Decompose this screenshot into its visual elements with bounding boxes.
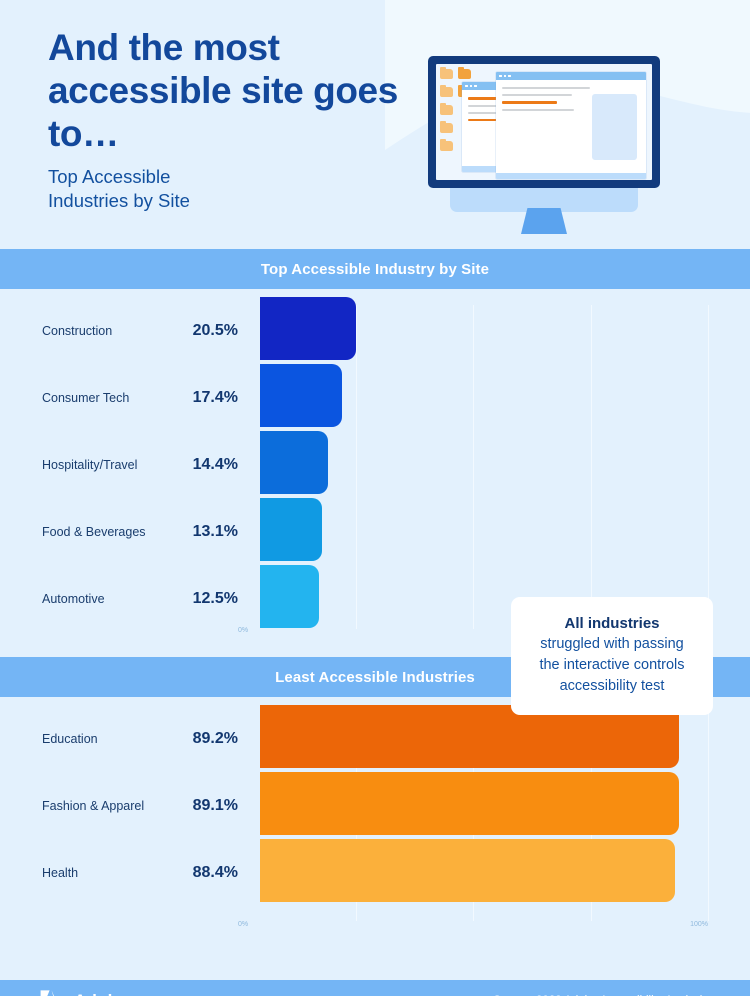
bar-category-label: Food & Beverages bbox=[42, 524, 146, 539]
bar-track bbox=[260, 839, 750, 906]
desktop-monitor-illustration bbox=[428, 56, 660, 234]
bar-track bbox=[260, 498, 750, 565]
monitor-frame bbox=[428, 56, 660, 188]
hero-section: And the most accessible site goes to… To… bbox=[0, 0, 750, 249]
folder-icon bbox=[440, 66, 453, 79]
page-title: And the most accessible site goes to… bbox=[48, 27, 398, 154]
callout-line-2: the interactive controls bbox=[539, 657, 685, 673]
page-subtitle: Top Accessible Industries by Site bbox=[48, 165, 408, 213]
infographic-page: And the most accessible site goes to… To… bbox=[0, 0, 750, 996]
bar-category-label: Education bbox=[42, 731, 98, 746]
folder-icon bbox=[440, 84, 453, 97]
callout-line-1: struggled with passing bbox=[540, 636, 684, 652]
bar-track bbox=[260, 772, 750, 839]
bar-track bbox=[260, 297, 750, 364]
folder-icon bbox=[440, 102, 453, 115]
bar-track bbox=[260, 431, 750, 498]
bar bbox=[260, 498, 322, 561]
bar-row: Health 88.4% bbox=[0, 839, 750, 906]
brand-name: Adobe bbox=[74, 991, 128, 996]
window-content-lines bbox=[496, 80, 600, 111]
bar-value-label: 88.4% bbox=[192, 863, 238, 881]
folder-icon bbox=[458, 66, 471, 79]
bar-row: Hospitality/Travel 14.4% bbox=[0, 431, 750, 498]
callout-line-3: accessibility test bbox=[559, 678, 665, 694]
bar-row: Fashion & Apparel 89.1% bbox=[0, 772, 750, 839]
content-line bbox=[502, 108, 574, 111]
bar-row: Food & Beverages 13.1% bbox=[0, 498, 750, 565]
callout-heading: All industries bbox=[564, 615, 660, 632]
folder-icon bbox=[440, 120, 453, 133]
content-line bbox=[502, 87, 591, 89]
bar-value-label: 14.4% bbox=[192, 455, 238, 473]
content-line bbox=[502, 101, 558, 104]
section-header-top-accessible: Top Accessible Industry by Site bbox=[0, 249, 750, 289]
bar-row: Consumer Tech 17.4% bbox=[0, 364, 750, 431]
footer-spacer bbox=[0, 952, 750, 980]
bar-value-label: 12.5% bbox=[192, 589, 238, 607]
bar-value-label: 89.1% bbox=[192, 796, 238, 814]
bar-category-label: Consumer Tech bbox=[42, 390, 130, 405]
section-header-label: Least Accessible Industries bbox=[275, 668, 475, 686]
bar-track bbox=[260, 364, 750, 431]
bar-value-label: 20.5% bbox=[192, 321, 238, 339]
foreground-window bbox=[496, 72, 646, 179]
monitor-stand bbox=[521, 208, 567, 234]
bar-rows: Construction 20.5% Consumer Tech 17.4% Hospi… bbox=[0, 297, 750, 632]
axis-max-label: 100% bbox=[690, 921, 708, 928]
bar-category-label: Automotive bbox=[42, 591, 105, 606]
chart-top-accessible: Construction 20.5% Consumer Tech 17.4% Hospi… bbox=[0, 297, 750, 715]
bar-category-label: Hospitality/Travel bbox=[42, 457, 138, 472]
bar bbox=[260, 565, 319, 628]
bar-value-label: 89.2% bbox=[192, 729, 238, 747]
window-dot-icon bbox=[508, 74, 511, 78]
bar-category-label: Health bbox=[42, 865, 79, 880]
bar-track bbox=[260, 705, 750, 772]
window-dot-icon bbox=[469, 84, 472, 88]
bar-row: Construction 20.5% bbox=[0, 297, 750, 364]
bar-value-label: 13.1% bbox=[192, 522, 238, 540]
bar-rows: Education 89.2% Fashion & Apparel 89.1% Heal… bbox=[0, 705, 750, 906]
subtitle-line-2: Industries by Site bbox=[48, 190, 190, 211]
bar-category-label: Construction bbox=[42, 323, 113, 338]
axis-min-label: 0% bbox=[238, 627, 249, 634]
window-dot-icon bbox=[465, 84, 468, 88]
chart-least-accessible: Education 89.2% Fashion & Apparel 89.1% Heal… bbox=[0, 705, 750, 952]
window-title-bar bbox=[496, 72, 646, 80]
subtitle-line-1: Top Accessible bbox=[48, 166, 171, 187]
brand-block: Adobe bbox=[40, 989, 128, 996]
section-header-label: Top Accessible Industry by Site bbox=[260, 260, 490, 278]
footer: Adobe Source: 2023 Adobe Accessibility A… bbox=[0, 980, 750, 996]
bar-category-label: Fashion & Apparel bbox=[42, 798, 145, 813]
content-line bbox=[502, 94, 572, 96]
bar-row: Education 89.2% bbox=[0, 705, 750, 772]
bar-value-label: 17.4% bbox=[192, 388, 238, 406]
window-dot-icon bbox=[474, 84, 477, 88]
hero-text-block: And the most accessible site goes to… To… bbox=[48, 26, 408, 213]
axis-min-label: 0% bbox=[238, 921, 249, 928]
monitor-screen bbox=[436, 64, 652, 180]
folder-icon bbox=[440, 138, 453, 151]
folder-icon-group bbox=[440, 66, 464, 159]
window-dot-icon bbox=[499, 74, 502, 78]
adobe-logo bbox=[40, 989, 55, 996]
callout-box: All industries struggled with passing th… bbox=[511, 597, 713, 715]
window-side-panel bbox=[592, 94, 637, 160]
bar bbox=[260, 431, 328, 494]
window-dot-icon bbox=[503, 74, 506, 78]
window-footer bbox=[496, 173, 646, 179]
bar bbox=[260, 364, 342, 427]
bar bbox=[260, 772, 679, 835]
bar bbox=[260, 297, 357, 360]
bar bbox=[260, 839, 676, 902]
